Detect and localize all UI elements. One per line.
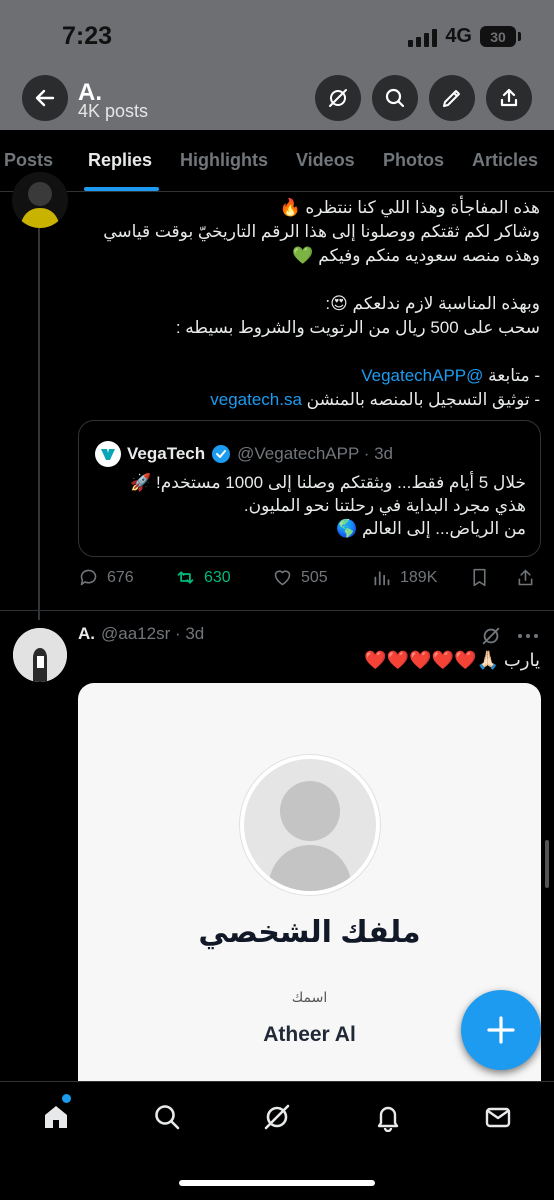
share-icon [518,569,533,586]
avatar[interactable] [13,628,67,682]
views-button[interactable]: 189K [371,567,437,588]
battery-level: 30 [490,28,506,45]
mail-icon [485,1107,511,1128]
tweet-divider [0,610,554,611]
retweet-count: 630 [204,568,231,586]
quote-handle-time: @VegatechAPP · 3d [237,444,394,463]
more-button[interactable] [516,626,540,646]
like-count: 505 [301,568,328,586]
reply-count: 676 [107,568,134,586]
tab-posts[interactable]: Posts [4,150,53,171]
thread-line [38,225,40,620]
quote-text: خلال 5 أيام فقط... وبثقتكم وصلنا إلى 100… [130,471,526,540]
tweet-line: وشاكر لكم ثقتكم ووصلونا إلى هذا الرقم ال… [103,222,540,241]
avatar-image [13,628,67,682]
card-title: ملفك الشخصي [198,916,421,949]
placeholder-avatar [240,755,380,895]
pencil-icon [443,90,460,107]
share-profile-button[interactable] [486,75,532,121]
handle-time: @aa12sr · 3d [101,624,205,643]
tab-articles[interactable]: Articles [472,150,538,171]
reply-button[interactable]: 676 [78,567,134,588]
url-link[interactable]: vegatech.sa [210,390,302,409]
reply-icon [80,569,97,586]
grok-button[interactable] [480,625,502,647]
bell-icon [377,1106,399,1132]
tweet-line: هذه المفاجأة وهذا اللي كنا ننتظره 🔥 [279,198,540,217]
signal-icon [408,27,438,47]
active-tab-indicator [84,187,159,191]
author-name: A. [78,624,95,643]
post-count: 4K posts [78,101,149,121]
heart-icon [274,570,291,586]
tab-videos[interactable]: Videos [296,150,355,171]
profile-header: 7:23 4G 30 A. 4K posts [0,0,554,130]
tweet-text: هذه المفاجأة وهذا اللي كنا ننتظره 🔥 وشاك… [70,196,540,412]
like-button[interactable]: 505 [272,567,328,588]
tweet-line: سحب على 500 ريال من الرتويت والشروط بسيط… [175,318,540,337]
grok-icon [329,89,347,107]
views-icon [374,571,390,586]
bookmark-button[interactable] [469,567,490,588]
status-indicators: 4G 30 [408,25,521,48]
tab-highlights[interactable]: Highlights [180,150,268,171]
mention-link[interactable]: @VegatechAPP [361,366,483,385]
quote-line: هذي مجرد البداية في رحلتنا نحو المليون. [243,496,526,515]
compose-button[interactable] [461,990,541,1070]
status-time: 7:23 [62,22,113,50]
nav-notifications[interactable] [371,1100,405,1134]
quote-line: من الرياض... إلى العالم 🌎 [336,519,526,538]
scrollbar[interactable] [545,840,549,888]
search-button[interactable] [372,75,418,121]
quote-tweet[interactable]: VegaTech @VegatechAPP · 3d خلال 5 أيام ف… [78,420,541,557]
share-icon [500,88,518,107]
nav-messages[interactable] [481,1100,515,1134]
share-button[interactable] [515,567,536,588]
tab-photos[interactable]: Photos [383,150,444,171]
quote-header: VegaTech @VegatechAPP · 3d [95,441,393,467]
home-icon [45,1106,67,1128]
nav-home[interactable] [39,1100,73,1134]
vegatech-logo [95,441,121,467]
search-icon [155,1105,180,1130]
reply-header: A. @aa12sr · 3d [78,624,204,644]
retweet-icon [177,571,194,584]
grok-icon [482,627,500,645]
user-placeholder-icon [268,781,352,891]
tweet-line: - متابعة @VegatechAPP [361,366,540,385]
tweet-actions: 676 630 505 189K [78,567,541,595]
edit-button[interactable] [429,75,475,121]
network-type: 4G [445,25,472,47]
battery-icon: 30 [480,26,521,47]
nav-search[interactable] [150,1100,184,1134]
tweet-line: وبهذه المناسبة لازم ندلعكم 😍: [325,294,540,313]
more-icon [518,634,538,638]
nav-grok[interactable] [260,1100,294,1134]
view-count: 189K [400,568,438,586]
retweet-button[interactable]: 630 [175,567,231,588]
search-icon [385,88,405,108]
tweet-line: وهذه منصه سعوديه منكم وفيكم 💚 [292,246,540,265]
avatar[interactable] [12,172,68,228]
reply-text: يارب 🙏🏻❤️❤️❤️❤️❤️ [364,650,540,670]
tab-replies[interactable]: Replies [88,150,152,171]
grok-button[interactable] [315,75,361,121]
bookmark-icon [473,568,486,587]
quote-author-name: VegaTech [127,444,206,463]
tweet-line: - توثيق التسجيل بالمنصه بالمنشن vegatech… [210,390,540,409]
profile-tabs: Posts Replies Highlights Videos Photos A… [0,130,554,192]
back-button[interactable] [22,75,68,121]
plus-icon [487,1016,515,1044]
avatar-image [12,172,68,228]
home-indicator [179,1180,375,1186]
grok-icon [264,1104,290,1130]
quote-line: خلال 5 أيام فقط... وبثقتكم وصلنا إلى 100… [130,473,526,492]
arrow-left-icon [35,89,55,107]
verified-badge-icon [212,445,231,463]
notification-dot [62,1094,71,1103]
